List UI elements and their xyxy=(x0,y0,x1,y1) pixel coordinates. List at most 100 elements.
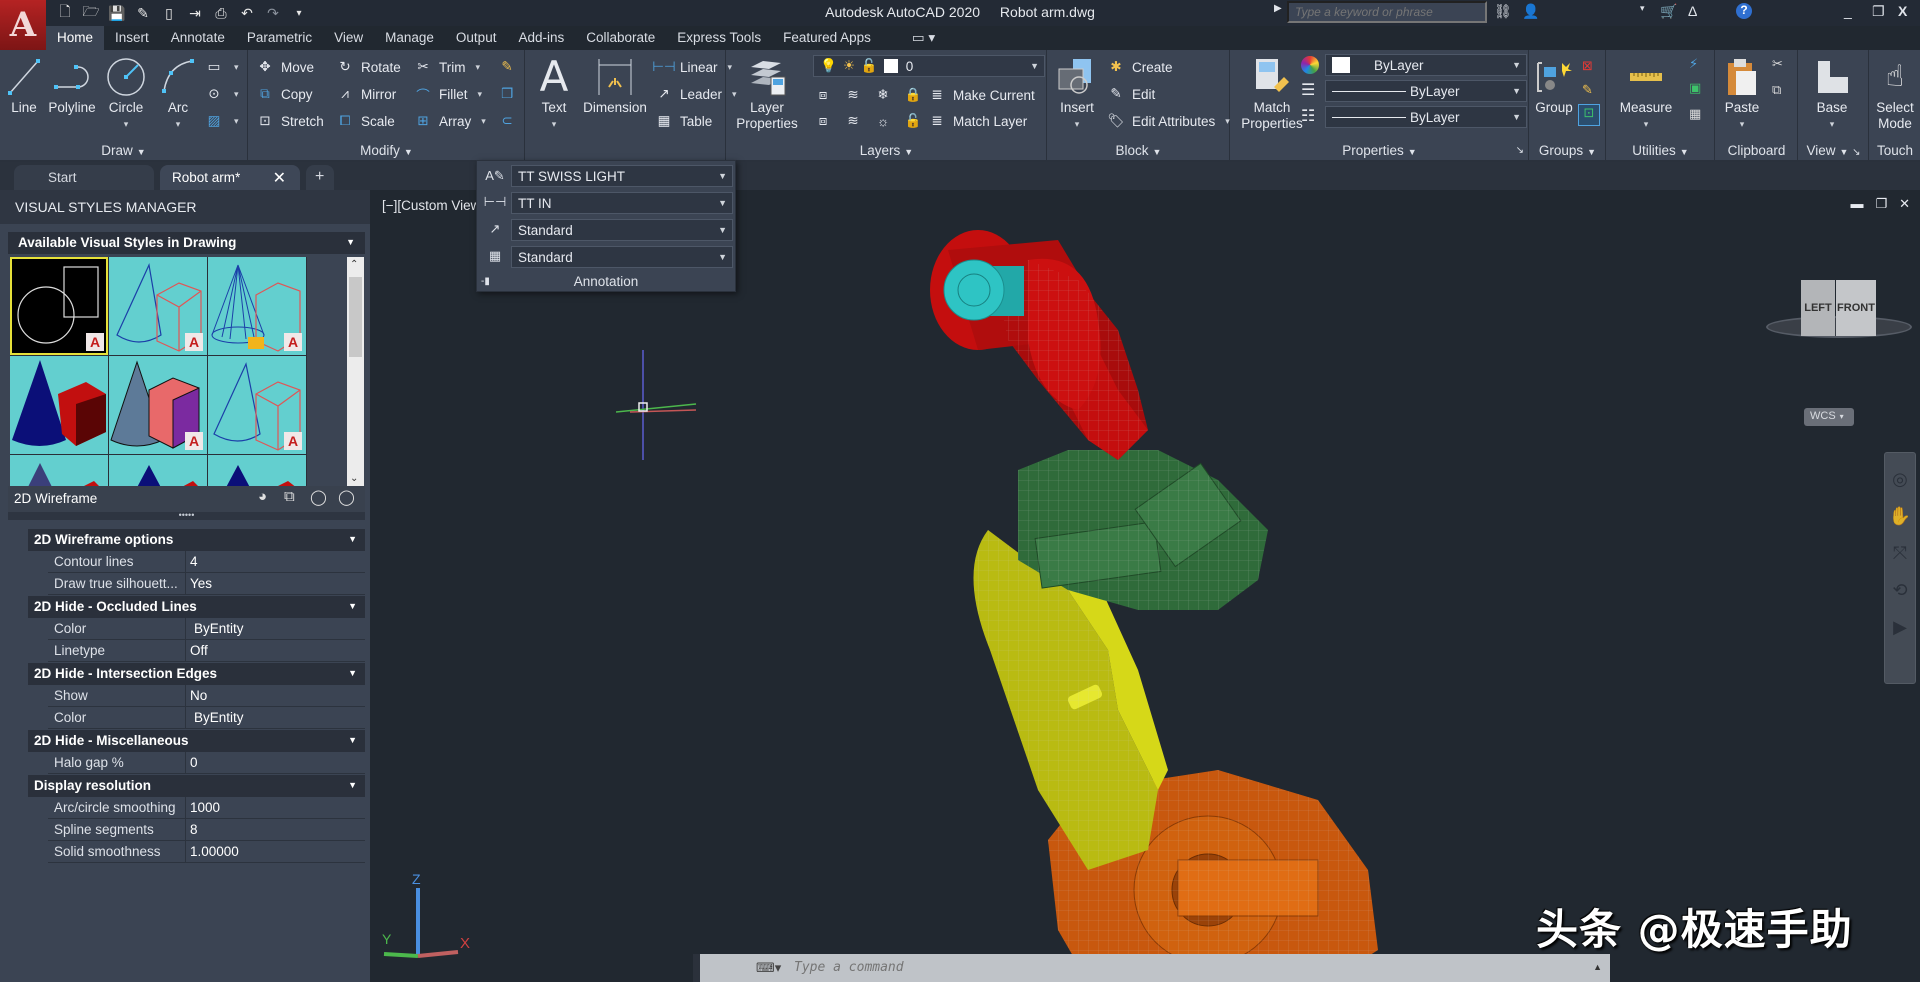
group-selection-toggle-icon[interactable]: ⊡ xyxy=(1578,104,1600,126)
group-display-resolution[interactable]: Display resolution ▼ xyxy=(28,775,365,797)
line-button[interactable]: Line xyxy=(6,54,42,116)
create-block-button[interactable]: ✱ Create xyxy=(1106,56,1172,78)
application-menu-button[interactable]: A xyxy=(0,0,46,50)
cut-icon[interactable]: ✂ xyxy=(1772,56,1783,72)
new-icon[interactable]: 🗋 xyxy=(56,3,74,22)
edit-attributes-button[interactable]: 🏷 Edit Attributes ▾ xyxy=(1106,110,1229,132)
modify-panel-title[interactable]: Modify ▼ xyxy=(249,143,524,158)
text-button[interactable]: A Text ▾ xyxy=(534,54,574,132)
move-button[interactable]: ✥ Move xyxy=(255,56,314,78)
swatch-x-ray[interactable]: A xyxy=(208,257,306,355)
ribbon-display-toggle[interactable]: ▭ ▾ xyxy=(882,26,946,50)
robot-arm-model[interactable] xyxy=(918,230,1538,982)
redo-icon[interactable]: ↷ xyxy=(264,4,282,22)
apply-to-viewport-icon[interactable]: ⧉ xyxy=(284,488,295,505)
resize-grip[interactable]: ••••• xyxy=(8,511,365,520)
scroll-down-icon[interactable]: ⌄ xyxy=(350,473,358,484)
property-row[interactable]: Spline segments 8 xyxy=(48,819,365,841)
property-row[interactable]: Solid smoothness 1.00000 xyxy=(48,841,365,863)
calculator-icon[interactable]: ▦ xyxy=(1689,106,1701,122)
swatch-conceptual-lines[interactable]: A xyxy=(109,257,207,355)
layer-on-icon[interactable]: ⧈ xyxy=(813,111,833,131)
delete-visual-style-icon[interactable]: ◯ xyxy=(338,488,355,506)
dimension-style-dropdown[interactable]: TT IN ▼ xyxy=(511,192,733,214)
tab-manage[interactable]: Manage xyxy=(374,26,445,50)
insert-block-button[interactable]: Insert ▾ xyxy=(1052,54,1102,132)
dimension-button[interactable]: Dimension xyxy=(580,54,650,116)
mirror-button[interactable]: ⩘ Mirror xyxy=(335,83,396,105)
recent-commands-icon[interactable]: ⌨▾ xyxy=(756,960,781,976)
viewport-minimize-icon[interactable]: ▬ xyxy=(1850,196,1863,212)
tab-home[interactable]: Home xyxy=(46,26,105,50)
tab-view[interactable]: View xyxy=(323,26,374,50)
layer-freeze-icon[interactable]: ❄ xyxy=(873,85,893,105)
binoculars-icon[interactable]: ⛓ xyxy=(1494,3,1512,20)
tab-robot-arm[interactable]: Robot arm* ✕ xyxy=(160,165,300,190)
select-mode-button[interactable]: ☝ Select Mode xyxy=(1872,54,1918,132)
trim-button[interactable]: ✂ Trim ▾ xyxy=(413,56,480,78)
swatch-sketchy[interactable] xyxy=(10,455,108,486)
properties-launcher-icon[interactable]: ↘ xyxy=(1516,145,1524,156)
tab-parametric[interactable]: Parametric xyxy=(236,26,323,50)
match-layer-button[interactable]: ≣ Match Layer xyxy=(927,110,1027,132)
table-button[interactable]: ▦ Table xyxy=(654,110,713,132)
open-from-web-icon[interactable]: ▯ xyxy=(160,4,178,22)
autodesk-app-icon[interactable]: Δ xyxy=(1688,3,1697,19)
customize-qat-icon[interactable]: ▾ xyxy=(290,4,308,22)
swatch-hidden[interactable]: A xyxy=(208,356,306,454)
base-view-button[interactable]: Base ▾ xyxy=(1807,54,1857,132)
ucs-menu[interactable]: WCS ▾ xyxy=(1804,408,1854,426)
select-all-icon[interactable]: ▣ xyxy=(1689,80,1701,96)
measure-button[interactable]: Measure ▾ xyxy=(1615,54,1677,132)
layer-off-icon[interactable]: ⧈ xyxy=(813,85,833,105)
save-as-icon[interactable]: ✎ xyxy=(134,4,152,22)
hatch-button[interactable]: ▨ ▾ xyxy=(204,110,239,132)
save-icon[interactable]: 💾 xyxy=(108,4,126,22)
swatch-scrollbar[interactable]: ⌃ ⌄ xyxy=(347,257,364,486)
user-icon[interactable]: 👤 xyxy=(1522,3,1539,20)
property-row[interactable]: Arc/circle smoothing 1000 xyxy=(48,797,365,819)
color-dropdown[interactable]: ByLayer ▼ xyxy=(1325,54,1527,76)
draw-panel-title[interactable]: Draw ▼ xyxy=(0,143,247,158)
layer-dropdown[interactable]: 💡 ☀ 🔓 0 ▼ xyxy=(813,55,1045,77)
erase-button[interactable]: ✎ xyxy=(497,56,517,78)
multileader-style-dropdown[interactable]: Standard ▼ xyxy=(511,219,733,241)
layer-properties-button[interactable]: Layer Properties xyxy=(736,54,798,132)
lineweight-dropdown[interactable]: ByLayer ▼ xyxy=(1325,80,1527,102)
available-styles-header[interactable]: Available Visual Styles in Drawing ▼ xyxy=(8,232,365,254)
viewcube-face-front[interactable]: FRONT xyxy=(1836,280,1876,336)
scroll-up-icon[interactable]: ⌃ xyxy=(350,259,358,270)
layer-unlock-icon[interactable]: 🔓 xyxy=(903,111,923,131)
groups-panel-title[interactable]: Groups ▼ xyxy=(1530,143,1605,158)
property-row[interactable]: Draw true silhouett... Yes xyxy=(48,573,365,595)
make-current-button[interactable]: ≣ Make Current xyxy=(927,84,1034,106)
swatch-shaded-with-edges[interactable]: A xyxy=(109,356,207,454)
swatch-2d-wireframe[interactable]: A xyxy=(10,257,108,355)
linear-dimension-button[interactable]: ⊢⊣ Linear ▾ xyxy=(652,56,732,78)
circle-button[interactable]: Circle ▾ xyxy=(104,54,148,132)
undo-icon[interactable]: ↶ xyxy=(238,4,256,22)
explode-button[interactable]: ❒ xyxy=(497,83,517,105)
export-to-palette-icon[interactable]: ◯ xyxy=(310,488,327,506)
pan-icon[interactable]: ✋ xyxy=(1885,506,1915,527)
property-row[interactable]: Contour lines 4 xyxy=(48,551,365,573)
leader-button[interactable]: ↗ Leader ▾ xyxy=(654,83,736,105)
close-window-button[interactable]: X xyxy=(1898,3,1907,19)
property-row[interactable]: Color ByEntity xyxy=(48,618,365,640)
scroll-thumb[interactable] xyxy=(349,277,362,357)
tab-annotate[interactable]: Annotate xyxy=(160,26,236,50)
viewcube[interactable]: LEFT FRONT xyxy=(1756,250,1912,360)
zoom-extents-icon[interactable]: ⤧ xyxy=(1885,543,1915,564)
match-properties-button[interactable]: Match Properties xyxy=(1239,54,1305,132)
minimize-button[interactable]: _ xyxy=(1844,3,1852,19)
close-tab-icon[interactable]: ✕ xyxy=(273,168,286,188)
stretch-button[interactable]: ⊡ Stretch xyxy=(255,110,323,132)
new-tab-button[interactable]: + xyxy=(306,165,334,190)
tab-insert[interactable]: Insert xyxy=(104,26,160,50)
layer-unisolate-icon[interactable]: ≋ xyxy=(843,111,863,131)
showmotion-icon[interactable]: ▶ xyxy=(1885,617,1915,638)
command-history-toggle-icon[interactable]: ▲ xyxy=(1593,962,1602,972)
quick-select-icon[interactable]: ⚡ xyxy=(1689,56,1698,72)
rotate-button[interactable]: ↻ Rotate xyxy=(335,56,400,78)
layers-panel-title[interactable]: Layers ▼ xyxy=(727,143,1046,158)
